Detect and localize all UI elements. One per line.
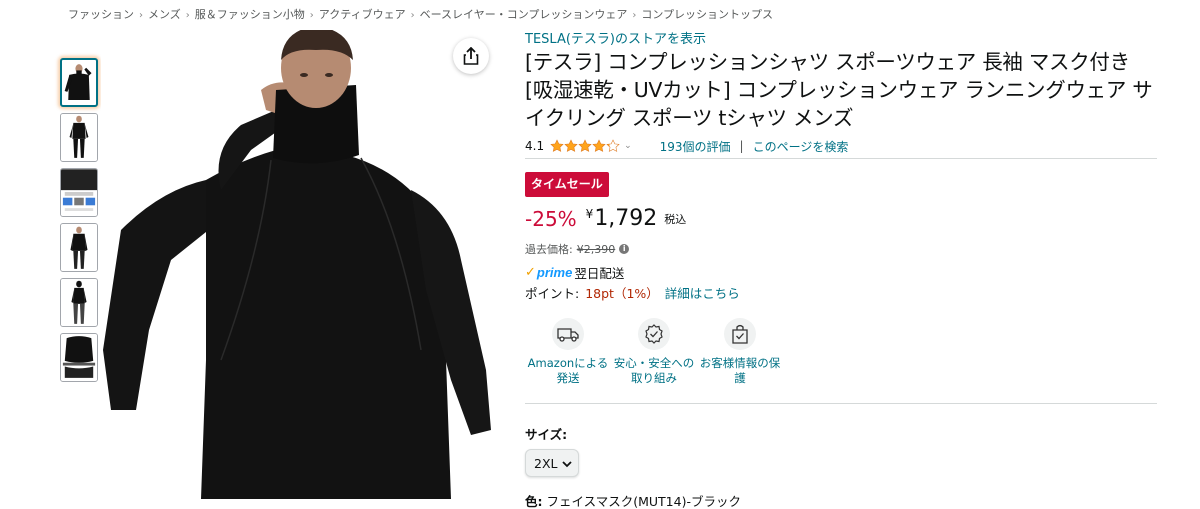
- breadcrumb-item[interactable]: ファッション: [68, 8, 134, 21]
- breadcrumb-separator: ›: [139, 10, 143, 21]
- currency-symbol: ¥: [585, 207, 594, 221]
- breadcrumb-item[interactable]: ベースレイヤー・コンプレッションウェア: [420, 8, 628, 21]
- list-price-row: 過去価格: ¥2,390 i: [525, 241, 1157, 257]
- feature-label[interactable]: Amazonによる発送: [525, 356, 611, 386]
- thumbnail-standing[interactable]: [60, 223, 98, 272]
- feature-label[interactable]: 安心・安全への取り組み: [611, 356, 697, 386]
- secure-bag-icon: [724, 318, 756, 350]
- feature-icons: Amazonによる発送 安心・安全への取り組み お客様情報の保護: [525, 318, 785, 386]
- search-page-link[interactable]: このページを検索: [753, 138, 849, 155]
- breadcrumb-separator: ›: [185, 10, 190, 21]
- points-details-link[interactable]: 詳細はこちら: [665, 283, 740, 302]
- separator: |: [739, 139, 744, 153]
- breadcrumb-item[interactable]: メンズ: [148, 8, 181, 21]
- feature-safety[interactable]: 安心・安全への取り組み: [611, 318, 697, 386]
- tax-note: 税込: [664, 213, 687, 226]
- list-price-label: 過去価格:: [525, 243, 573, 256]
- breadcrumb: ファッション › メンズ › 服＆ファッション小物 › アクティブウェア › ベースレイヤー・コ…: [68, 6, 773, 22]
- rating-value: 4.1: [525, 139, 545, 153]
- star-icon: [578, 139, 592, 152]
- breadcrumb-item[interactable]: コンプレッショントップス: [641, 8, 773, 21]
- chevron-down-icon: [562, 456, 572, 471]
- list-price: ¥2,390: [576, 242, 616, 256]
- truck-icon: [552, 318, 584, 350]
- points-row: ポイント: 18pt（1%） 詳細はこちら: [525, 284, 1157, 301]
- share-button[interactable]: [453, 38, 489, 74]
- deal-badge: タイムセール: [525, 172, 609, 197]
- color-value: フェイスマスク(MUT14)-ブラック: [546, 494, 741, 509]
- prime-logo: prime: [536, 265, 573, 280]
- breadcrumb-item[interactable]: 服＆ファッション小物: [195, 8, 305, 21]
- prime-delivery-row: ✓ prime 翌日配送: [525, 264, 1157, 281]
- price-row: -25% ¥ 1,792 税込: [525, 205, 1157, 235]
- shield-badge-icon: [638, 318, 670, 350]
- store-link[interactable]: TESLA(テスラ)のストアを表示: [525, 28, 706, 47]
- star-icon: [592, 139, 606, 152]
- thumbnail-strip: [60, 58, 98, 388]
- breadcrumb-separator: ›: [309, 10, 314, 21]
- size-dropdown[interactable]: 2XL: [525, 449, 579, 477]
- color-row: 色: フェイスマスク(MUT14)-ブラック: [525, 491, 1157, 509]
- main-product-image[interactable]: [101, 30, 497, 499]
- share-icon: [463, 47, 479, 65]
- prime-check-icon: ✓: [525, 265, 536, 280]
- color-label: 色:: [525, 494, 543, 509]
- breadcrumb-item[interactable]: アクティブウェア: [319, 8, 406, 21]
- breadcrumb-separator: ›: [410, 10, 415, 21]
- feature-fulfilled-by-amazon[interactable]: Amazonによる発送: [525, 318, 611, 386]
- size-label: サイズ:: [525, 427, 568, 442]
- divider: [525, 158, 1157, 159]
- info-icon[interactable]: i: [619, 244, 630, 254]
- thumbnail-front[interactable]: [60, 58, 98, 107]
- product-title: [テスラ] コンプレッションシャツ スポーツウェア 長袖 マスク付き [吸湿速乾…: [525, 50, 1153, 130]
- size-selected-value: 2XL: [534, 455, 558, 471]
- discount-percent: -25%: [525, 207, 577, 231]
- points-label: ポイント:: [525, 286, 580, 301]
- thumbnail-mask-closeup[interactable]: [60, 333, 98, 382]
- star-half-icon: [606, 139, 620, 152]
- chevron-down-icon[interactable]: ⌄: [624, 141, 632, 151]
- price: 1,792: [594, 206, 658, 231]
- review-count-link[interactable]: 193個の評価: [660, 138, 731, 155]
- feature-privacy[interactable]: お客様情報の保護: [697, 318, 783, 386]
- star-icon: [564, 139, 578, 152]
- rating-row: 4.1 ⌄ 193個の評価 | このページを検索: [525, 138, 1157, 154]
- thumbnail-full-body[interactable]: [60, 113, 98, 162]
- thumbnail-full-suit[interactable]: [60, 278, 98, 327]
- breadcrumb-separator: ›: [632, 10, 637, 21]
- delivery-text: 翌日配送: [574, 266, 625, 281]
- points-value: 18pt（1%）: [585, 286, 659, 301]
- product-info: TESLA(テスラ)のストアを表示 [テスラ] コンプレッションシャツ スポーツ…: [525, 28, 1157, 509]
- feature-label[interactable]: お客様情報の保護: [697, 356, 783, 386]
- star-rating[interactable]: [550, 139, 620, 153]
- star-icon: [550, 139, 564, 152]
- divider: [525, 403, 1157, 404]
- thumbnail-detail[interactable]: [60, 168, 98, 217]
